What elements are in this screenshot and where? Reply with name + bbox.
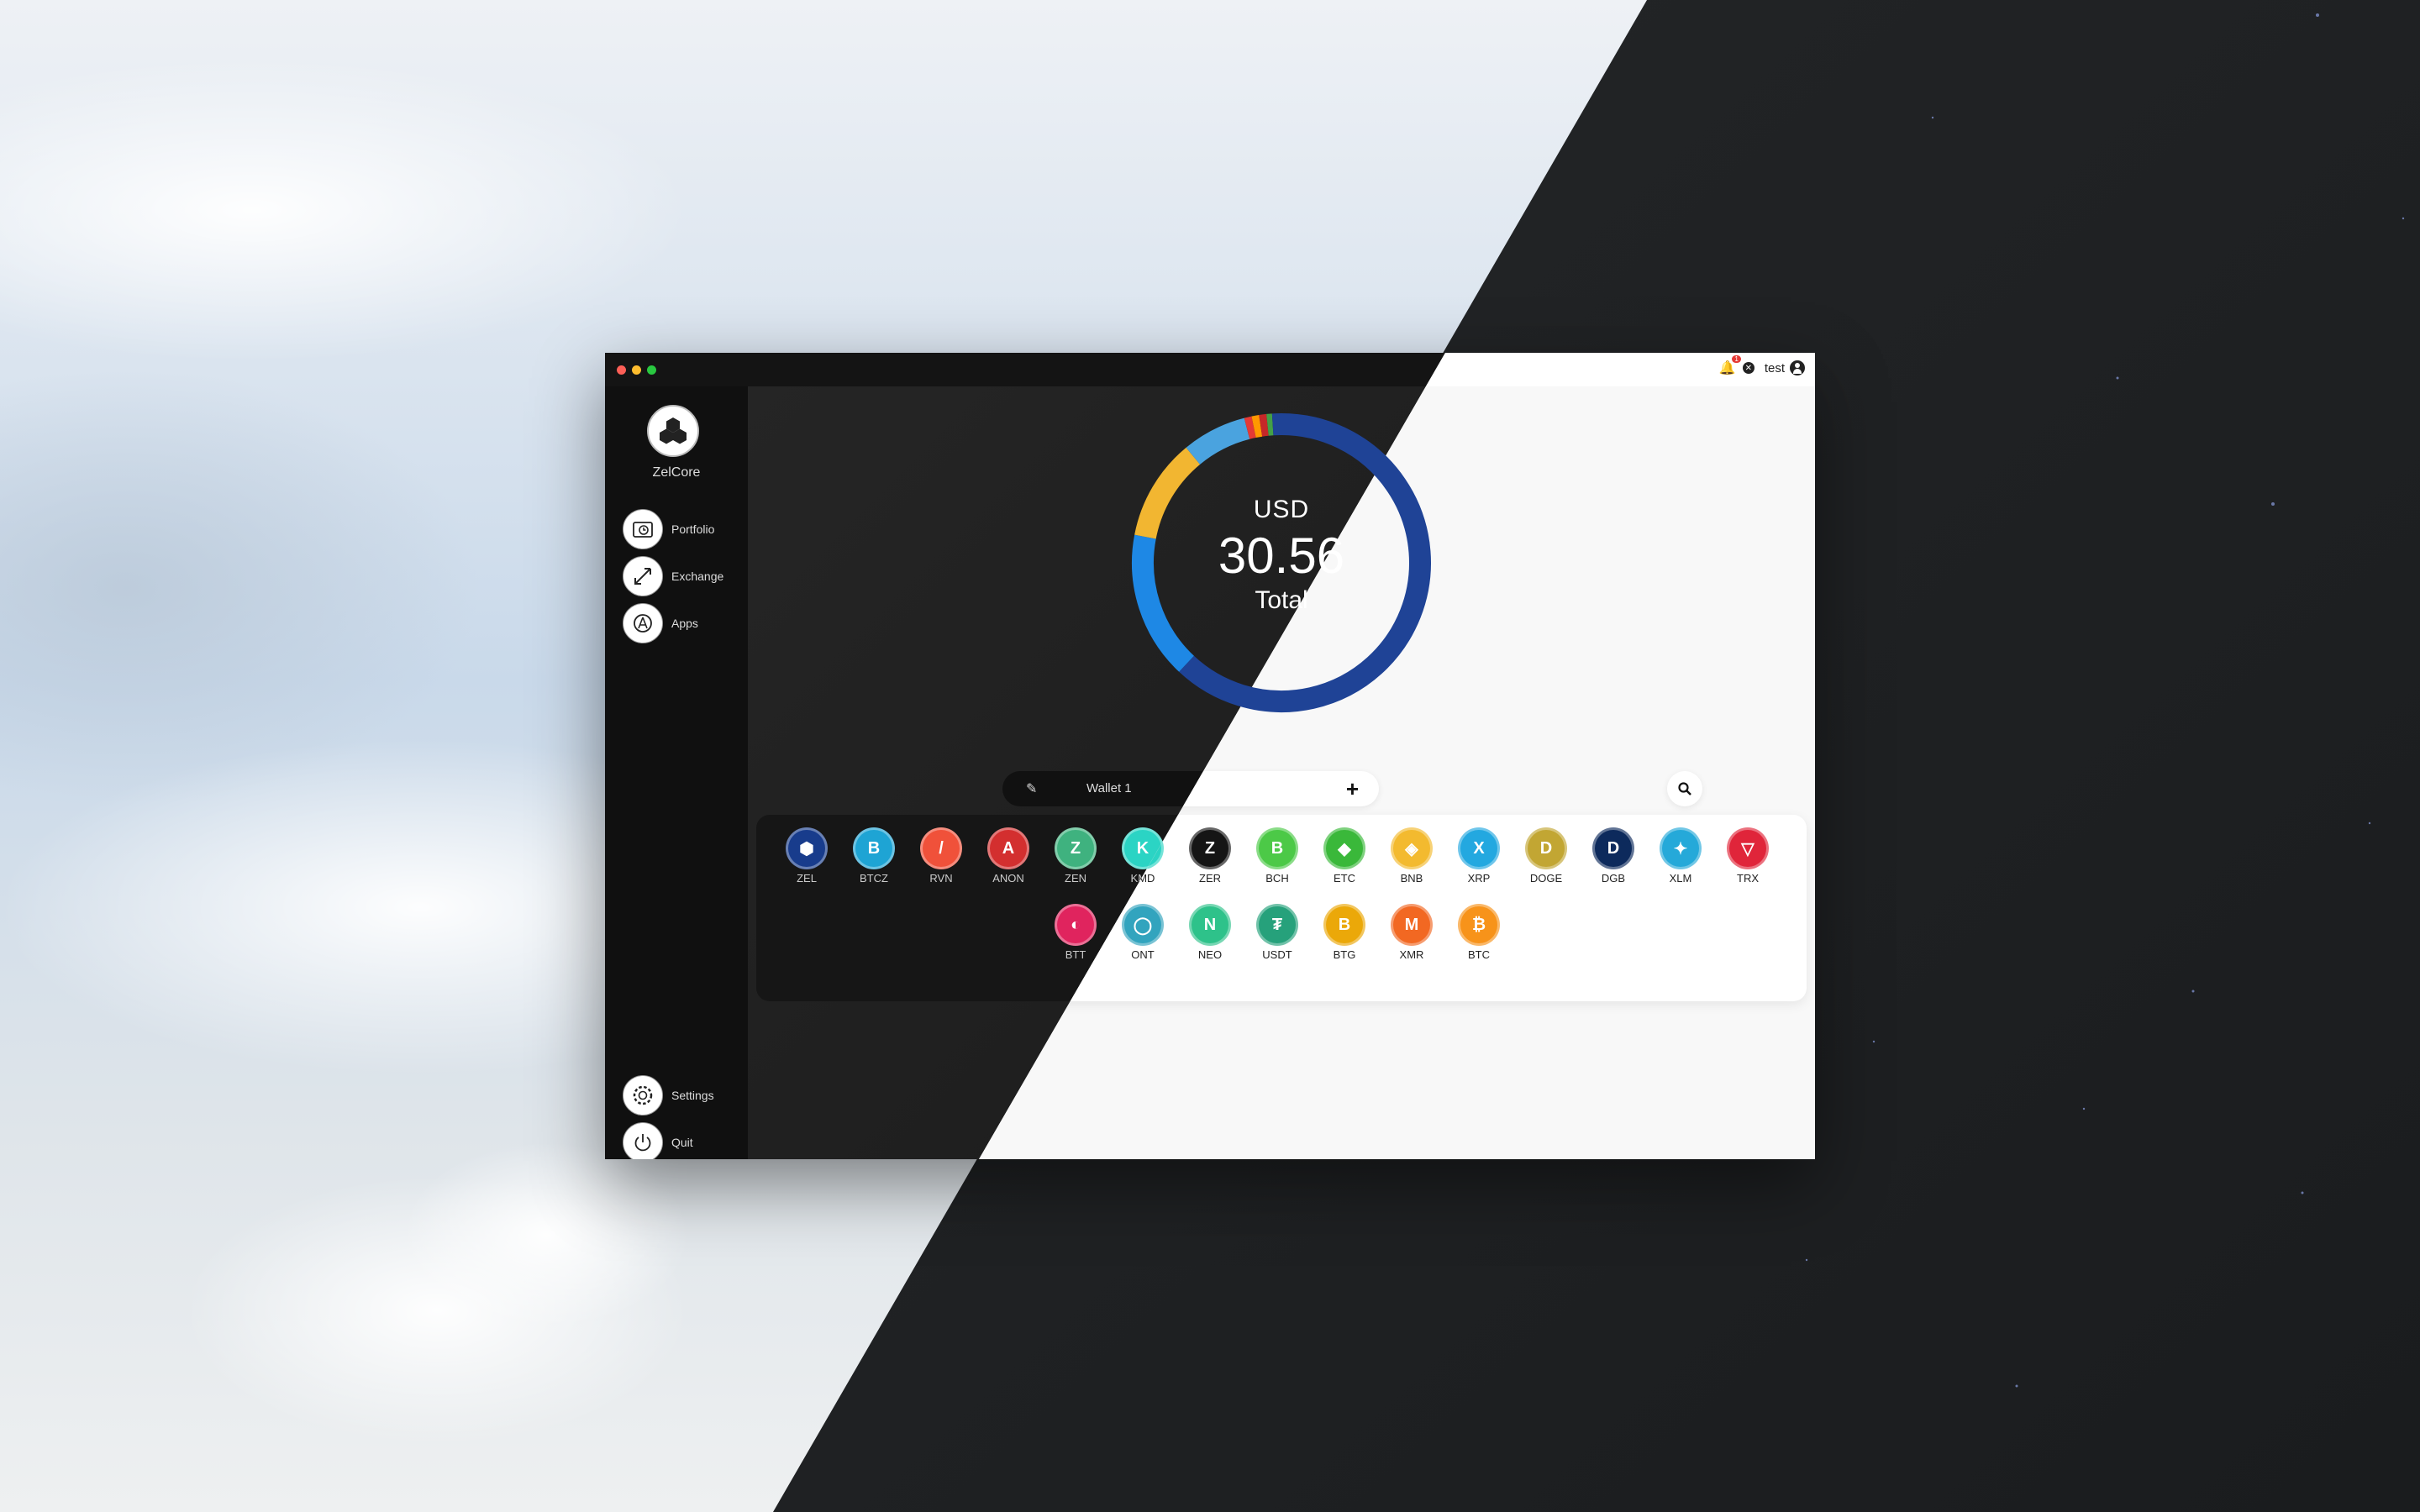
anon-icon: A <box>987 827 1029 869</box>
bnb-icon: ◈ <box>1391 827 1433 869</box>
coin-btc[interactable]: ₿ BTC <box>1445 904 1512 961</box>
xrp-icon: X <box>1458 827 1500 869</box>
usdt-icon: ₮ <box>1256 904 1298 946</box>
nav-exchange-label: Exchange <box>671 570 724 583</box>
coin-dgb[interactable]: D DGB <box>1580 827 1647 885</box>
app-window: ZelCore Portfolio Exchange Apps Settings… <box>605 353 1815 1159</box>
coin-label: BTC <box>1468 948 1490 961</box>
edit-wallet-icon[interactable]: ✎ <box>1026 780 1037 797</box>
nav-apps[interactable]: Apps <box>623 601 698 645</box>
top-right-controls: 🔔 1 ✕ test <box>1719 355 1805 376</box>
nav-portfolio[interactable]: Portfolio <box>623 507 714 551</box>
btc-icon: ₿ <box>1458 904 1500 946</box>
doge-icon: D <box>1525 827 1567 869</box>
coin-label: ZEN <box>1065 872 1086 885</box>
coin-label: DGB <box>1601 872 1626 885</box>
ont-icon: ◯ <box>1122 904 1164 946</box>
zelcore-logo <box>647 405 699 457</box>
btg-icon: B <box>1323 904 1365 946</box>
nav-portfolio-label: Portfolio <box>671 522 715 536</box>
currency-label: USD <box>1253 496 1310 523</box>
coin-zel[interactable]: ⬢ ZEL <box>773 827 840 885</box>
coin-label: BTCZ <box>860 872 888 885</box>
nav-quit-label: Quit <box>671 1136 693 1149</box>
notification-bell-icon[interactable]: 🔔 1 <box>1719 355 1741 376</box>
coin-label: ZER <box>1199 872 1221 885</box>
coin-label: XMR <box>1399 948 1424 961</box>
coin-label: ETC <box>1334 872 1355 885</box>
xlm-icon: ✦ <box>1660 827 1702 869</box>
coin-doge[interactable]: D DOGE <box>1512 827 1580 885</box>
xmr-icon: M <box>1391 904 1433 946</box>
coin-zer[interactable]: Z ZER <box>1176 827 1244 885</box>
rvn-icon: / <box>920 827 962 869</box>
zelcore-logo-icon <box>660 417 687 444</box>
close-window-button[interactable] <box>617 365 626 375</box>
portfolio-icon <box>623 509 663 549</box>
coin-usdt[interactable]: ₮ USDT <box>1244 904 1311 961</box>
coin-trx[interactable]: ▽ TRX <box>1714 827 1781 885</box>
close-circle-icon[interactable]: ✕ <box>1742 362 1754 374</box>
notification-badge: 1 <box>1732 355 1741 363</box>
nav-settings-label: Settings <box>671 1089 714 1102</box>
dgb-icon: D <box>1592 827 1634 869</box>
coin-xmr[interactable]: M XMR <box>1378 904 1445 961</box>
nav-settings[interactable]: Settings <box>623 1074 714 1117</box>
coin-btg[interactable]: B BTG <box>1311 904 1378 961</box>
nav-exchange[interactable]: Exchange <box>623 554 723 598</box>
zel-icon: ⬢ <box>786 827 828 869</box>
coin-label: BTG <box>1333 948 1356 961</box>
username[interactable]: test <box>1765 361 1785 375</box>
coin-anon[interactable]: A ANON <box>975 827 1042 885</box>
coin-label: DOGE <box>1529 872 1563 885</box>
coin-label: NEO <box>1197 948 1223 961</box>
wallet-name: Wallet 1 <box>1086 781 1132 795</box>
btcz-icon: B <box>853 827 895 869</box>
apps-icon <box>623 603 663 643</box>
coin-xlm[interactable]: ✦ XLM <box>1647 827 1714 885</box>
coin-label: TRX <box>1737 872 1759 885</box>
power-icon <box>623 1122 663 1159</box>
zer-icon: Z <box>1189 827 1231 869</box>
search-button[interactable] <box>1667 771 1702 806</box>
trx-icon: ▽ <box>1727 827 1769 869</box>
minimize-window-button[interactable] <box>632 365 641 375</box>
nav-quit[interactable]: Quit <box>623 1121 693 1159</box>
bch-icon: B <box>1256 827 1298 869</box>
coin-bch[interactable]: B BCH <box>1244 827 1311 885</box>
etc-icon: ◆ <box>1323 827 1365 869</box>
coin-label: ANON <box>992 872 1024 885</box>
coin-bnb[interactable]: ◈ BNB <box>1378 827 1445 885</box>
coin-label: ZEL <box>797 872 817 885</box>
coin-rvn[interactable]: / RVN <box>908 827 975 885</box>
gear-icon <box>623 1075 663 1116</box>
coin-zen[interactable]: Z ZEN <box>1042 827 1109 885</box>
coin-btcz[interactable]: B BTCZ <box>840 827 908 885</box>
app-name: ZelCore <box>652 465 701 480</box>
coin-label: ONT <box>1131 948 1155 961</box>
coin-label: USDT <box>1262 948 1292 961</box>
coin-etc[interactable]: ◆ ETC <box>1311 827 1378 885</box>
btt-icon: ◐ <box>1055 904 1097 946</box>
search-icon <box>1678 782 1691 795</box>
sidebar: ZelCore Portfolio Exchange Apps Settings… <box>605 386 748 1159</box>
coin-label: XRP <box>1467 872 1491 885</box>
nav-apps-label: Apps <box>671 617 698 630</box>
coin-neo[interactable]: N NEO <box>1176 904 1244 961</box>
coin-label: BNB <box>1400 872 1423 885</box>
avatar-icon[interactable] <box>1790 360 1805 375</box>
maximize-window-button[interactable] <box>647 365 656 375</box>
coin-xrp[interactable]: X XRP <box>1445 827 1512 885</box>
zen-icon: Z <box>1055 827 1097 869</box>
neo-icon: N <box>1189 904 1231 946</box>
add-wallet-button[interactable]: + <box>1346 776 1359 802</box>
coin-label: XLM <box>1669 872 1692 885</box>
coin-label: RVN <box>929 872 953 885</box>
exchange-icon <box>623 556 663 596</box>
coin-label: BCH <box>1265 872 1289 885</box>
